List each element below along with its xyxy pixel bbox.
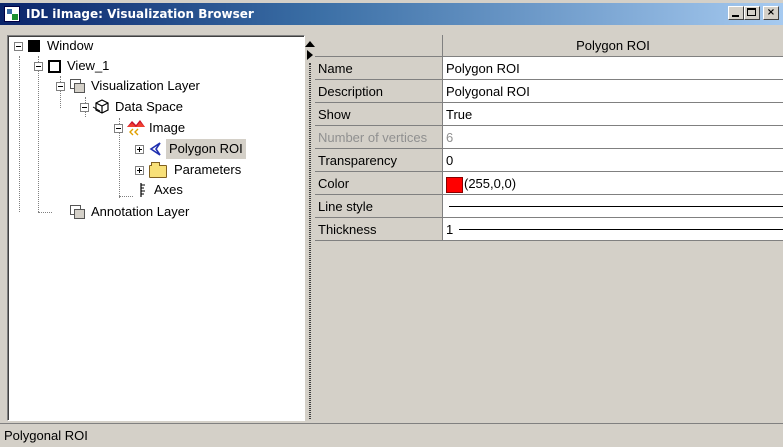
collapse-icon[interactable] — [114, 124, 123, 133]
color-swatch[interactable] — [446, 176, 463, 193]
tree-node-label: Annotation Layer — [91, 204, 190, 219]
title-bar[interactable]: IDL iImage: Visualization Browser × — [0, 3, 783, 25]
property-value-line-style[interactable] — [443, 195, 783, 218]
status-bar: Polygonal ROI — [0, 423, 783, 447]
roi-icon — [148, 141, 164, 157]
property-name: Description — [315, 80, 443, 103]
expand-icon[interactable] — [135, 145, 144, 154]
line-style-preview — [449, 206, 783, 207]
property-sheet: Polygon ROI Name Polygon ROI Description… — [315, 35, 783, 421]
layer-icon — [70, 205, 85, 219]
collapse-icon[interactable] — [56, 82, 65, 91]
axes-icon — [133, 182, 149, 198]
property-name: Number of vertices — [315, 126, 443, 149]
maximize-button[interactable] — [744, 6, 760, 20]
property-row-number-of-vertices: Number of vertices 6 — [315, 126, 783, 149]
property-row-name[interactable]: Name Polygon ROI — [315, 57, 783, 80]
expand-icon[interactable] — [135, 166, 144, 175]
expand-right-icon[interactable] — [307, 50, 313, 60]
property-row-show[interactable]: Show True — [315, 103, 783, 126]
property-value-transparency[interactable]: 0 — [443, 149, 783, 172]
tree-connector — [38, 56, 39, 212]
collapse-left-icon[interactable] — [305, 41, 315, 47]
image-icon — [126, 118, 145, 136]
collapse-icon[interactable] — [80, 103, 89, 112]
property-value-number-of-vertices: 6 — [443, 126, 783, 149]
collapse-icon[interactable] — [34, 62, 43, 71]
property-value-thickness[interactable]: 1 — [443, 218, 783, 241]
app-icon[interactable] — [4, 6, 20, 22]
property-value-show[interactable]: True — [443, 103, 783, 126]
tree-node-label: Data Space — [115, 99, 183, 114]
thickness-value: 1 — [446, 222, 454, 237]
property-name: Transparency — [315, 149, 443, 172]
property-header-blank — [315, 35, 443, 57]
tree-connector — [19, 56, 20, 212]
thickness-preview — [459, 229, 783, 230]
tree-connector — [38, 212, 52, 213]
window-title: IDL iImage: Visualization Browser — [26, 7, 254, 21]
property-name: Line style — [315, 195, 443, 218]
collapse-icon[interactable] — [14, 42, 23, 51]
tree-node-label: Visualization Layer — [91, 78, 200, 93]
property-row-description[interactable]: Description Polygonal ROI — [315, 80, 783, 103]
property-header-title: Polygon ROI — [443, 35, 783, 57]
dataspace-icon — [92, 99, 109, 115]
tree-node-label: Axes — [154, 182, 183, 197]
visualization-tree[interactable]: Window View_1 Visualization Layer Data S… — [7, 35, 305, 421]
property-name: Thickness — [315, 218, 443, 241]
tree-connector — [60, 76, 61, 108]
folder-icon — [149, 162, 167, 178]
property-name: Show — [315, 103, 443, 126]
property-value-description[interactable]: Polygonal ROI — [443, 80, 783, 103]
color-value-text: (255,0,0) — [464, 176, 517, 191]
layer-icon — [70, 79, 85, 93]
property-row-color[interactable]: Color (255,0,0) — [315, 172, 783, 195]
visualization-browser-window: IDL iImage: Visualization Browser × Wind… — [0, 0, 783, 447]
view-icon — [48, 60, 61, 73]
property-value-color[interactable]: (255,0,0) — [443, 172, 783, 195]
property-name: Name — [315, 57, 443, 80]
panel-splitter[interactable] — [305, 35, 315, 421]
tree-node-label: View_1 — [67, 58, 110, 73]
property-row-line-style[interactable]: Line style — [315, 195, 783, 218]
minimize-button[interactable] — [728, 6, 744, 20]
tree-node-label: Window — [47, 38, 94, 53]
tree-connector — [119, 196, 133, 197]
property-value-name[interactable]: Polygon ROI — [443, 57, 783, 80]
property-row-transparency[interactable]: Transparency 0 — [315, 149, 783, 172]
tree-node-label: Image — [149, 120, 186, 135]
tree-node-label: Polygon ROI — [166, 139, 246, 159]
property-name: Color — [315, 172, 443, 195]
property-row-thickness[interactable]: Thickness 1 — [315, 218, 783, 241]
window-icon — [28, 40, 40, 52]
close-button[interactable]: × — [763, 6, 779, 20]
tree-node-label: Parameters — [174, 162, 242, 177]
